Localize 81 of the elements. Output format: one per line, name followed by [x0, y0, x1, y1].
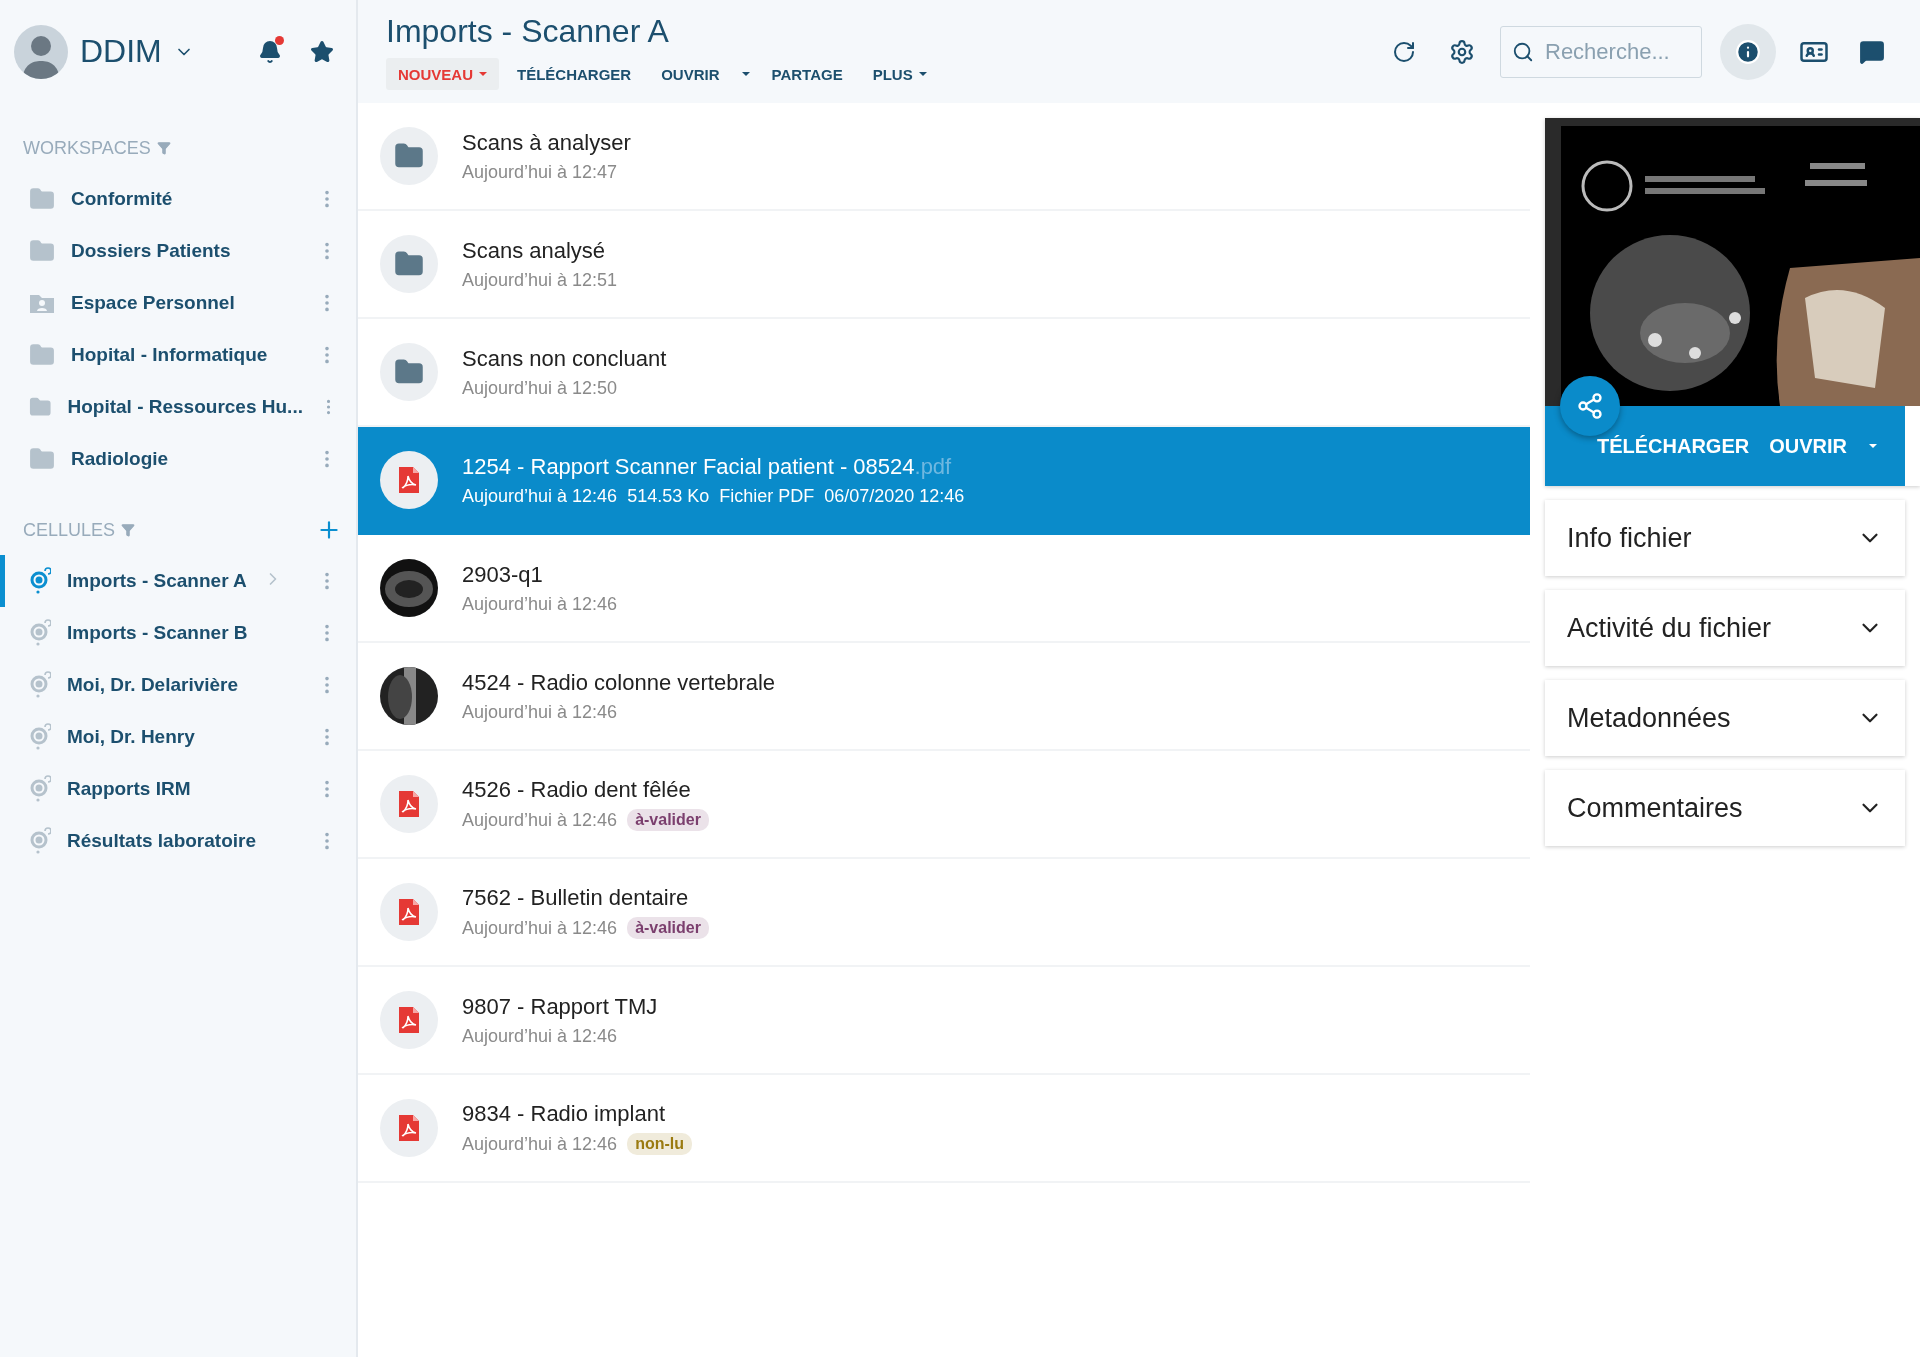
preview-button[interactable]: OUVRIR	[1761, 434, 1885, 458]
person-folder-icon	[29, 292, 55, 314]
toolbar-button[interactable]: PLUS	[860, 58, 939, 90]
cell-icon	[29, 775, 51, 803]
share-icon	[1576, 392, 1604, 420]
file-tag: à-valider	[627, 917, 709, 939]
section-title: CELLULES	[23, 519, 116, 541]
cell-icon	[29, 723, 51, 751]
file-name: 1254 - Rapport Scanner Facial patient - 08524.pdf	[462, 453, 953, 480]
pdf-icon	[397, 1114, 421, 1142]
file-name: 2903-q1	[462, 561, 544, 588]
settings-icon	[1449, 38, 1475, 65]
toolbar-button[interactable]: NOUVEAU	[386, 58, 499, 90]
file-meta: Aujourd’hui à 12:46	[462, 809, 618, 831]
file-row[interactable]: 1254 - Rapport Scanner Facial patient - 08524.pdf Aujourd’hui à 12:46 514.53 Ko Fichier PDF 06/07/2020 12:46	[358, 427, 1530, 535]
file-tag: à-valider	[627, 809, 709, 831]
workspace-item[interactable]: Dossiers Patients	[71, 240, 300, 262]
pdf-icon	[397, 1006, 421, 1034]
file-name: 4526 - Radio dent fêlée	[462, 777, 692, 803]
bell-icon	[258, 39, 282, 64]
accordion-header[interactable]: Info fichier	[1545, 500, 1905, 576]
cell-icon	[29, 671, 51, 699]
workspace-item[interactable]: Espace Personnel	[71, 292, 300, 314]
filter-icon[interactable]	[121, 523, 136, 537]
file-meta: 514.53 Ko	[627, 485, 710, 507]
folder-icon	[29, 446, 55, 472]
chat-icon	[1859, 38, 1885, 65]
accordion-header[interactable]: Commentaires	[1545, 770, 1905, 846]
avatar[interactable]	[14, 24, 68, 79]
workspace-item[interactable]: Hopital - Informatique	[71, 344, 300, 366]
file-name: 7562 - Bulletin dentaire	[462, 885, 690, 911]
user-name[interactable]: DDIM	[80, 33, 162, 70]
folder-title: Imports - Scanner A	[386, 13, 670, 50]
file-meta: Aujourd’hui à 12:46	[462, 1133, 618, 1155]
file-name: Scans analysé	[462, 237, 607, 264]
file-meta: Fichier PDF	[719, 485, 815, 507]
search-icon	[1512, 40, 1534, 63]
folder-icon	[29, 342, 55, 368]
file-meta: Aujourd’hui à 12:47	[462, 161, 618, 183]
workspace-item[interactable]: Hopital - Ressources Hu...	[67, 396, 303, 418]
cell-item[interactable]: Rapports IRM	[0, 763, 356, 815]
file-name: 4524 - Radio colonne vertebrale	[462, 669, 776, 696]
file-meta: Aujourd’hui à 12:46	[462, 1025, 618, 1047]
star-icon	[310, 39, 334, 64]
cell-icon	[29, 567, 51, 595]
cell-icon	[29, 827, 51, 855]
accordion-header[interactable]: Activité du fichier	[1545, 590, 1905, 666]
accordion-header[interactable]: Metadonnées	[1545, 680, 1905, 756]
cell-item[interactable]: Résultats laboratoire	[0, 815, 356, 867]
search-field[interactable]: Recherche...	[1500, 25, 1702, 78]
file-meta: Aujourd’hui à 12:46	[462, 485, 618, 507]
file-meta: Aujourd’hui à 12:46	[462, 593, 618, 615]
pdf-icon	[397, 898, 421, 926]
file-meta: Aujourd’hui à 12:46	[462, 917, 618, 939]
file-name: Scans à analyser	[462, 129, 631, 156]
cell-icon	[29, 619, 51, 647]
filter-icon[interactable]	[156, 141, 171, 155]
file-name: 9807 - Rapport TMJ	[462, 993, 658, 1020]
workspace-item[interactable]: Radiologie	[71, 448, 300, 470]
preview-button[interactable]: TÉLÉCHARGER	[1588, 434, 1758, 458]
toolbar-button[interactable]: PARTAGE	[759, 58, 855, 90]
file-meta: 06/07/2020 12:46	[824, 485, 965, 507]
file-meta: Aujourd’hui à 12:51	[462, 269, 618, 291]
toolbar-button[interactable]: TÉLÉCHARGER	[505, 58, 644, 90]
file-name: 9834 - Radio implant	[462, 1101, 666, 1127]
folder-icon	[29, 186, 55, 212]
cell-item[interactable]: Imports - Scanner B	[0, 607, 356, 659]
section-title: WORKSPACES	[23, 137, 151, 159]
file-name: Scans non concluant	[462, 345, 667, 372]
folder-icon	[29, 238, 55, 264]
pdf-icon	[397, 790, 421, 818]
pdf-icon	[397, 466, 421, 494]
file-meta: Aujourd’hui à 12:50	[462, 377, 618, 399]
file-meta: Aujourd’hui à 12:46	[462, 701, 618, 723]
refresh-icon	[1392, 39, 1416, 64]
toolbar-button[interactable]: OUVRIR	[649, 58, 732, 90]
workspace-item[interactable]: Conformité	[71, 188, 300, 210]
cell-item[interactable]: Moi, Dr. Delarivière	[0, 659, 356, 711]
info-icon	[1735, 38, 1761, 65]
file-tag: non-lu	[627, 1133, 692, 1155]
cell-item[interactable]: Moi, Dr. Henry	[0, 711, 356, 763]
